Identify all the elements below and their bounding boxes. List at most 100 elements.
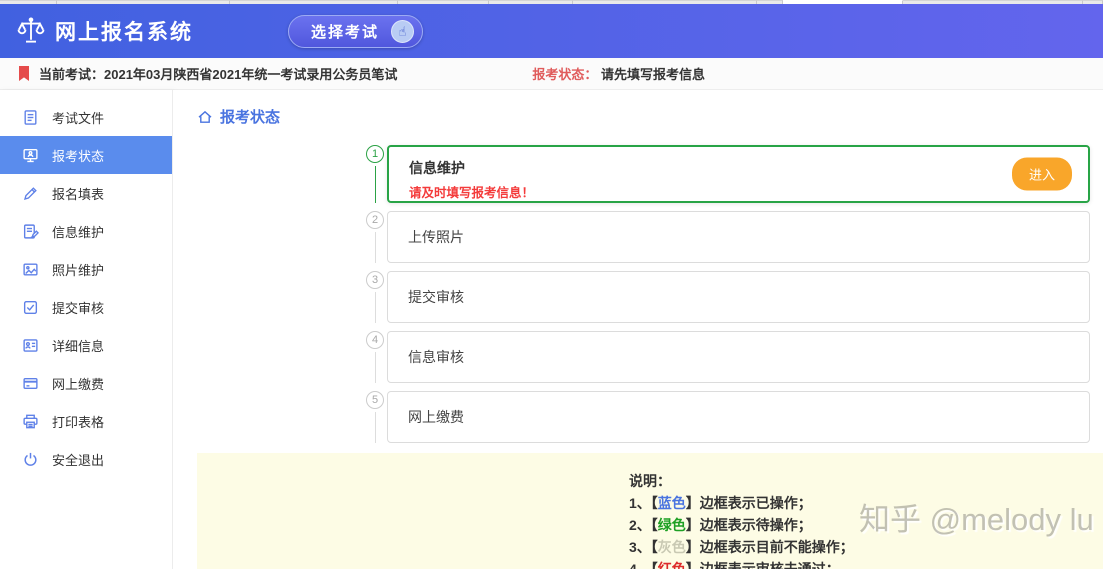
sidebar-item-photo-maintain[interactable]: 照片维护 (0, 250, 172, 288)
exam-file-icon (24, 109, 37, 125)
sidebar-item-label: 打印表格 (52, 414, 105, 430)
report-status-group: 报考状态： 请先填写报考信息 (532, 64, 705, 83)
legend-line-blue: 1、【蓝色】边框表示已操作； (629, 495, 812, 511)
step-number: 5 (366, 391, 384, 409)
step-number: 3 (366, 271, 384, 289)
step-row-submit-review: 3 提交审核 (363, 271, 1103, 323)
step-connector (374, 232, 376, 263)
step-title: 网上缴费 (408, 409, 464, 425)
report-status-label: 报考状态： (532, 67, 598, 82)
step-title: 信息维护 (409, 160, 465, 176)
legend-word-gray: 灰色 (657, 539, 686, 555)
report-status-value: 请先填写报考信息 (600, 67, 705, 82)
legend-heading: 说明： (629, 473, 671, 489)
logout-icon (24, 452, 37, 466)
tab-segment-active (783, 0, 903, 4)
step-connector (374, 352, 376, 383)
step-marker: 5 (363, 391, 387, 443)
step-card-info-review: 信息审核 (387, 331, 1090, 383)
step-title: 上传照片 (408, 229, 464, 245)
sidebar-item-label: 网上缴费 (52, 376, 105, 392)
step-card-info-maintain: 信息维护 请及时填写报考信息！ 进入 (387, 145, 1090, 203)
step-row-online-pay: 5 网上缴费 (363, 391, 1103, 443)
status-steps: 1 信息维护 请及时填写报考信息！ 进入 2 上传照片 3 提交审核 4 信息审… (363, 145, 1103, 443)
step-title: 信息审核 (408, 349, 464, 365)
step-connector (374, 412, 376, 443)
legend-word-green: 绿色 (657, 517, 686, 533)
legend-note: 说明： 1、【蓝色】边框表示已操作； 2、【绿色】边框表示待操作； 3、【灰色】… (197, 453, 1103, 569)
sidebar-item-label: 详细信息 (52, 338, 105, 354)
legend-word-blue: 蓝色 (657, 495, 686, 511)
step-row-upload-photo: 2 上传照片 (363, 211, 1103, 263)
browser-tab-strip (0, 0, 1103, 4)
step-connector (374, 292, 376, 323)
choose-exam-button[interactable]: 选择考试 ☝ (288, 14, 424, 48)
step-row-info-review: 4 信息审核 (363, 331, 1103, 383)
submit-review-icon (23, 300, 38, 314)
current-exam-label: 当前考试： (39, 67, 105, 82)
legend-line-gray: 3、【灰色】边框表示目前不能操作； (629, 539, 854, 555)
detail-info-icon (23, 338, 38, 352)
step-card-submit-review: 提交审核 (387, 271, 1090, 323)
step-connector (374, 166, 376, 203)
legend-word-red: 红色 (657, 561, 686, 569)
page-title-text: 报考状态 (220, 109, 281, 126)
exam-status-icon (23, 148, 38, 162)
step-number: 4 (366, 331, 384, 349)
sidebar-item-info-maintain[interactable]: 信息维护 (0, 212, 172, 250)
step-title: 提交审核 (408, 289, 464, 305)
step-subtitle: 请及时填写报考信息！ (409, 186, 535, 200)
step-marker: 2 (363, 211, 387, 263)
sidebar-item-label: 报名填表 (52, 186, 105, 202)
app-header: 网上报名系统 选择考试 ☝ (0, 4, 1103, 58)
legend-line-green: 2、【绿色】边框表示待操作； (629, 517, 812, 533)
print-form-icon (23, 414, 38, 428)
tab-segment (1083, 0, 1103, 4)
bookmark-icon (19, 66, 29, 81)
sidebar-item-online-pay[interactable]: 网上缴费 (0, 364, 172, 402)
sidebar-item-label: 考试文件 (52, 110, 105, 126)
enter-button[interactable]: 进入 (1011, 157, 1072, 191)
step-row-info-maintain: 1 信息维护 请及时填写报考信息！ 进入 (363, 145, 1103, 203)
legend-line-red: 4、【红色】边框表示审核未通过； (629, 558, 1103, 569)
tab-segment (0, 0, 57, 4)
sidebar: 考试文件 报考状态 报名填表 信息维护 照片维护 提交审核 详细信息 网上缴费 … (0, 90, 173, 569)
tab-segment (398, 0, 489, 4)
tab-segment (903, 0, 1083, 4)
sidebar-item-logout[interactable]: 安全退出 (0, 440, 172, 478)
tab-segment (573, 0, 757, 4)
main-content: 报考状态 1 信息维护 请及时填写报考信息！ 进入 2 上传照片 3 提交审核 … (173, 90, 1103, 569)
step-number: 2 (366, 211, 384, 229)
step-marker: 1 (363, 145, 387, 203)
sidebar-item-label: 提交审核 (52, 300, 105, 316)
tab-segment (489, 0, 573, 4)
app-title: 网上报名系统 (55, 21, 193, 44)
current-exam-value: 2021年03月陕西省2021年统一考试录用公务员笔试 (104, 67, 398, 82)
sidebar-item-label: 报考状态 (52, 148, 105, 164)
photo-maintain-icon (23, 262, 38, 276)
info-maintain-icon (23, 223, 39, 239)
sidebar-item-submit-review[interactable]: 提交审核 (0, 288, 172, 326)
tab-segment (57, 0, 230, 4)
sidebar-item-label: 信息维护 (52, 224, 105, 240)
scales-logo-icon (17, 17, 45, 43)
step-card-online-pay: 网上缴费 (387, 391, 1090, 443)
page-title: 报考状态 (197, 106, 1103, 127)
info-bar: 当前考试： 2021年03月陕西省2021年统一考试录用公务员笔试 报考状态： … (0, 58, 1103, 90)
step-card-upload-photo: 上传照片 (387, 211, 1090, 263)
sidebar-item-fill-form[interactable]: 报名填表 (0, 174, 172, 212)
sidebar-item-exam-status[interactable]: 报考状态 (0, 136, 172, 174)
sidebar-item-print-form[interactable]: 打印表格 (0, 402, 172, 440)
choose-exam-label: 选择考试 (311, 23, 380, 41)
tab-segment (230, 0, 398, 4)
step-number: 1 (366, 145, 384, 163)
sidebar-item-label: 安全退出 (52, 452, 105, 468)
sidebar-item-label: 照片维护 (52, 262, 105, 278)
fill-form-icon (23, 186, 37, 200)
hand-pointer-icon: ☝ (391, 19, 415, 43)
sidebar-item-exam-files[interactable]: 考试文件 (0, 98, 172, 136)
online-pay-icon (23, 377, 38, 389)
step-marker: 4 (363, 331, 387, 383)
sidebar-item-detail-info[interactable]: 详细信息 (0, 326, 172, 364)
step-marker: 3 (363, 271, 387, 323)
